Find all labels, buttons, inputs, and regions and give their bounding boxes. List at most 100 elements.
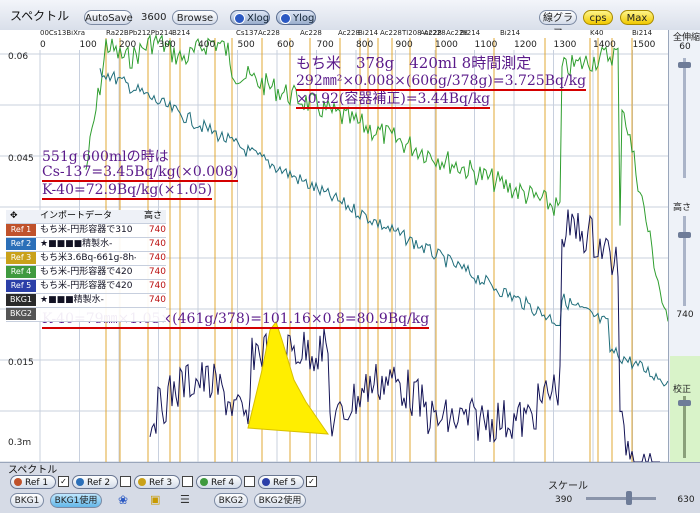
ref-name: ★■■■精製水- bbox=[40, 295, 104, 305]
list-icon[interactable]: ☰ bbox=[180, 493, 190, 506]
scale-slider-thumb[interactable] bbox=[626, 491, 632, 505]
ref-toggle-button[interactable]: Ref 4 bbox=[196, 475, 242, 489]
window-title: スペクトル bbox=[10, 9, 70, 23]
ref-toggle-label: Ref 1 bbox=[25, 478, 49, 488]
xlog-toggle[interactable]: Xlog bbox=[230, 10, 270, 25]
ref-checkbox[interactable] bbox=[182, 476, 193, 487]
ref-height: 740 bbox=[148, 253, 166, 263]
ref-tag: Ref 2 bbox=[6, 238, 36, 250]
x-tick-label: 700 bbox=[316, 40, 334, 50]
x-tick-label: 500 bbox=[237, 40, 255, 50]
annotation-note-cs: Cs-137=3.45Bq/kg(×0.008) bbox=[42, 164, 239, 182]
bkg1-use-button[interactable]: BKG1使用 bbox=[50, 493, 102, 508]
right-control-panel: 全伸縮 60 高さ 740 校正 bbox=[668, 30, 700, 462]
ref-tag: Ref 4 bbox=[6, 266, 36, 278]
ref-checkbox[interactable]: ✓ bbox=[306, 476, 317, 487]
table-row[interactable]: BKG2 bbox=[6, 308, 166, 322]
annotation-note-k: K-40=72.9Bq/kg(×1.05) bbox=[42, 182, 213, 200]
ref-toggle-button[interactable]: Ref 1 bbox=[10, 475, 56, 489]
nuclide-label: Cs137 bbox=[236, 30, 258, 37]
browse-button[interactable]: Browse bbox=[172, 10, 218, 25]
table-header-name: インポートデータ bbox=[40, 211, 113, 221]
ref-name: ★■■■■精製水- bbox=[40, 239, 113, 249]
table-row[interactable]: Ref 1 もち米-円形容器で310 740 bbox=[6, 224, 166, 238]
ref-checkbox[interactable] bbox=[244, 476, 255, 487]
ref-name: もち米-円形容器で420 bbox=[40, 281, 133, 291]
bottom-bar: スペクトル Ref 1 ✓ Ref 2 Ref 3 Ref 4 Ref 5 ✓ BKG1 B… bbox=[0, 462, 700, 513]
annotation-cs-result: ×0.92(容器補正)=3.44Bq/kg bbox=[296, 88, 491, 109]
line-graph-button[interactable]: 線グラフ bbox=[539, 10, 577, 39]
height-label: 高さ bbox=[673, 203, 692, 213]
nuclide-label-row: 00Cs13BiXra Ra22BPb212Pb214 B214 Cs137 Ac228… bbox=[0, 30, 668, 40]
height-slider[interactable] bbox=[683, 216, 686, 306]
correction-slider-thumb[interactable] bbox=[678, 400, 691, 406]
ref-height: 740 bbox=[148, 295, 166, 305]
scale-slider[interactable] bbox=[586, 497, 656, 500]
time-value[interactable]: 3600 bbox=[141, 10, 171, 25]
nuclide-label: Ra22BPb212Pb214 bbox=[106, 30, 173, 37]
nuclide-label: 00Cs13BiXra bbox=[40, 30, 86, 37]
ref-toggle-button[interactable]: Ref 3 bbox=[134, 475, 180, 489]
navy-spectrum-series bbox=[149, 209, 660, 462]
ref-tag: BKG1 bbox=[6, 294, 36, 306]
cps-button[interactable]: cps bbox=[583, 10, 613, 25]
max-button[interactable]: Max bbox=[620, 10, 654, 25]
bkg2-use-button[interactable]: BKG2使用 bbox=[254, 493, 306, 508]
ylog-label: Ylog bbox=[293, 13, 315, 24]
full-scale-slider-thumb[interactable] bbox=[678, 62, 691, 68]
y-tick-label: 0.3m bbox=[8, 438, 32, 448]
lock-icon[interactable]: ▣ bbox=[150, 493, 160, 506]
nuclide-label: Bi214 bbox=[500, 30, 521, 37]
bkg1-button[interactable]: BKG1 bbox=[10, 493, 44, 508]
table-row[interactable]: Ref 5 もち米-円形容器で420 740 bbox=[6, 280, 166, 294]
x-tick-label: 900 bbox=[395, 40, 413, 50]
ref-tag: BKG2 bbox=[6, 308, 36, 320]
paw-icon[interactable]: ❀ bbox=[118, 493, 128, 507]
x-tick-label: 300 bbox=[158, 40, 176, 50]
table-row[interactable]: Ref 2 ★■■■■精製水- 740 bbox=[6, 238, 166, 252]
full-scale-slider[interactable] bbox=[683, 58, 686, 178]
move-icon: ✥ bbox=[10, 211, 18, 221]
ref-checkbox[interactable]: ✓ bbox=[58, 476, 69, 487]
ref-toggle-button[interactable]: Ref 2 bbox=[72, 475, 118, 489]
ref-toggle-label: Ref 2 bbox=[87, 478, 111, 488]
annotation-note-header: 551g 600mlの時は bbox=[42, 149, 169, 165]
teal-spectrum-series bbox=[99, 68, 668, 387]
height-value: 740 bbox=[676, 310, 694, 320]
table-row[interactable]: Ref 4 もち米-円形容器で420 740 bbox=[6, 266, 166, 280]
table-row[interactable]: BKG1 ★■■■精製水- 740 bbox=[6, 294, 166, 308]
ref-height: 740 bbox=[148, 239, 166, 249]
height-slider-thumb[interactable] bbox=[678, 232, 691, 238]
y-tick-label: 0.06 bbox=[8, 52, 29, 62]
toggle-dot-icon bbox=[280, 13, 291, 24]
nuclide-label: Bi214 bbox=[358, 30, 379, 37]
ref-name: もち米-円形容器で310 bbox=[40, 225, 133, 235]
x-axis-ticks: 0 100 200 300 400 500 600 700 800 900 1000 1100 1200… bbox=[0, 40, 668, 50]
import-data-table: ✥ インポートデータ 高さ Ref 1 もち米-円形容器で310 740 Ref 2 ★… bbox=[6, 210, 166, 322]
bkg2-button[interactable]: BKG2 bbox=[214, 493, 248, 508]
spectrum-plot[interactable]: 00Cs13BiXra Ra22BPb212Pb214 B214 Cs137 Ac228… bbox=[0, 30, 668, 462]
autosave-button[interactable]: AutoSave bbox=[84, 10, 133, 25]
annotation-note-cs-text: Cs-137=3.45Bq/kg(×0.008) bbox=[42, 164, 239, 182]
ref-tag: Ref 3 bbox=[6, 252, 36, 264]
nuclide-label: Bi214 bbox=[632, 30, 653, 37]
annotation-cs-calc: 292㎜²×0.008×(606g/378g)=3.725Bq/kg bbox=[296, 70, 587, 91]
x-tick-label: 600 bbox=[277, 40, 295, 50]
toggle-dot-icon bbox=[234, 13, 245, 24]
ref-tag: Ref 1 bbox=[6, 224, 36, 236]
x-tick-label: 800 bbox=[356, 40, 374, 50]
ref-height: 740 bbox=[148, 225, 166, 235]
annotation-note-k-text: K-40=72.9Bq/kg(×1.05) bbox=[42, 182, 213, 200]
ref-toggle-label: Ref 5 bbox=[273, 478, 297, 488]
ref-toggle-button[interactable]: Ref 5 bbox=[258, 475, 304, 489]
nuclide-label: Ac228 bbox=[420, 30, 442, 37]
nuclide-label: Ac228 bbox=[258, 30, 280, 37]
ref-color-dot-icon bbox=[76, 478, 84, 486]
table-row[interactable]: Ref 3 もち米3.6Bq-661g-8h- 740 bbox=[6, 252, 166, 266]
ylog-toggle[interactable]: Ylog bbox=[276, 10, 316, 25]
x-tick-label: 1400 bbox=[593, 40, 616, 50]
x-tick-label: 100 bbox=[79, 40, 97, 50]
ref-checkbox[interactable] bbox=[120, 476, 131, 487]
xlog-label: Xlog bbox=[247, 13, 270, 24]
x-tick-label: 1500 bbox=[632, 40, 656, 50]
